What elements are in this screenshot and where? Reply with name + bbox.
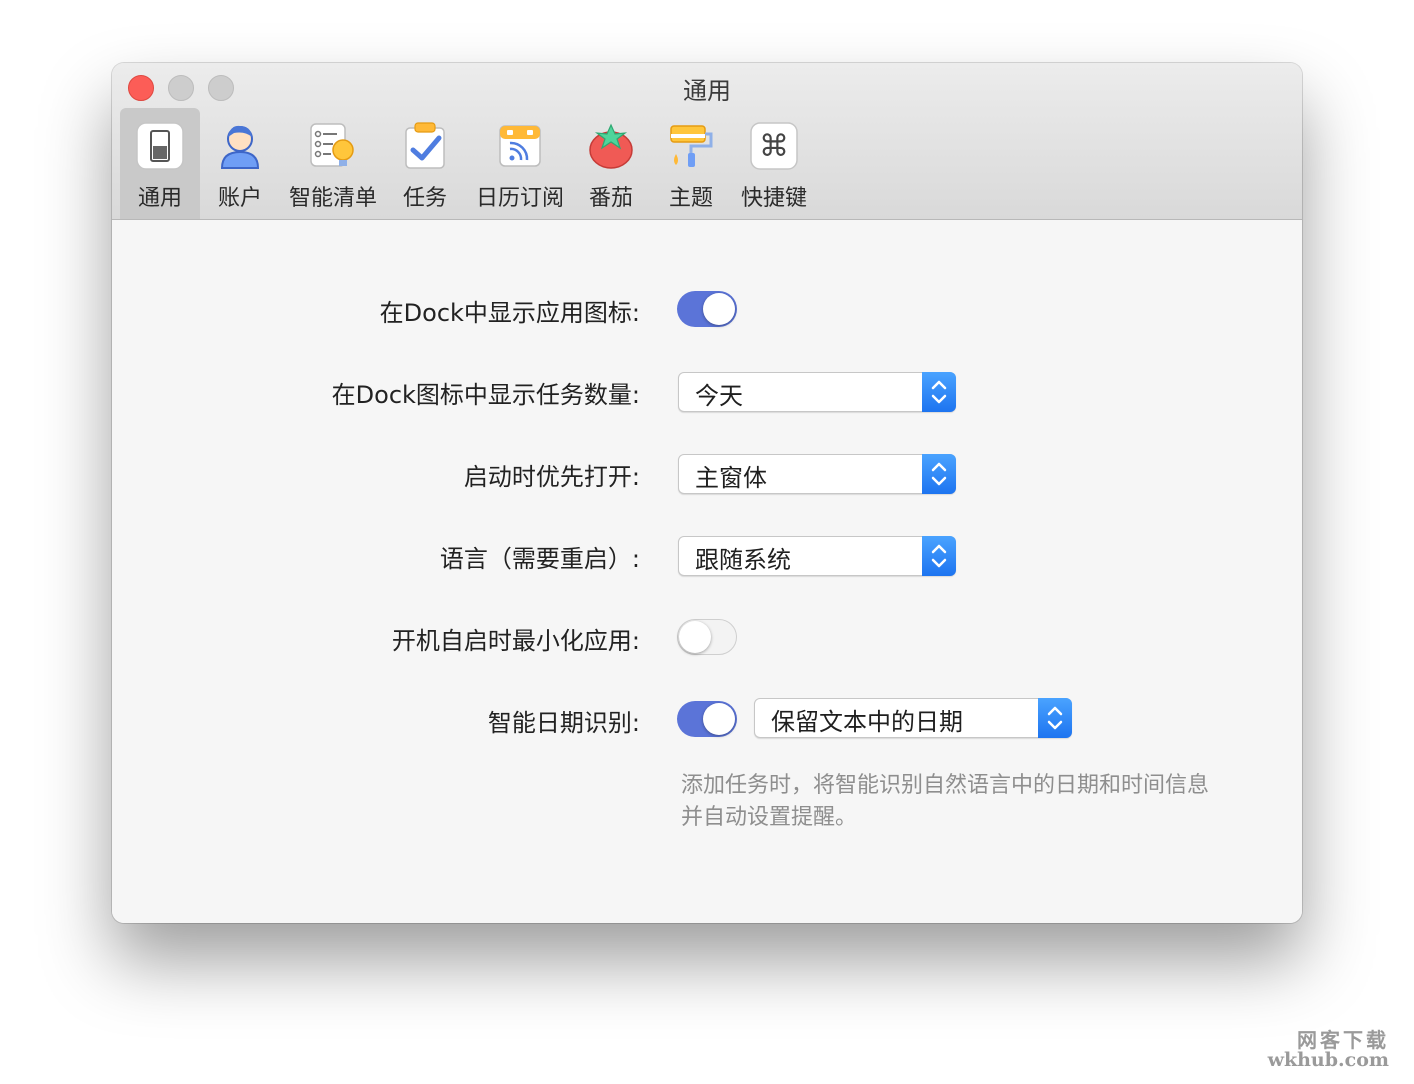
window-title: 通用 xyxy=(683,77,731,105)
tab-label: 任务 xyxy=(402,186,447,211)
select-value: 跟随系统 xyxy=(695,546,791,574)
smart-date-select[interactable]: 保留文本中的日期 xyxy=(754,698,1072,738)
watermark-line2: wkhub.com xyxy=(1267,1049,1389,1071)
tab-account[interactable]: 账户 xyxy=(202,108,278,219)
tab-label: 日历订阅 xyxy=(475,186,564,211)
toggle-knob xyxy=(703,703,735,735)
theme-icon xyxy=(670,125,713,167)
select-value: 保留文本中的日期 xyxy=(771,708,963,736)
settings-panel: 在Dock中显示应用图标: 在Dock图标中显示任务数量: 今天 启动时优先打开… xyxy=(112,220,1302,923)
account-icon xyxy=(220,125,260,169)
preferences-window: 通用 通用 账户 智能清单 任务 日历订阅 番茄 主题 ⌘ 快捷键 在Dock中… xyxy=(112,63,1302,923)
tab-tomato[interactable]: 番茄 xyxy=(576,108,646,219)
launch-minimized-label: 开机自启时最小化应用: xyxy=(391,627,640,655)
smart-date-hint: 添加任务时，将智能识别自然语言中的日期和时间信息并自动设置提醒。 xyxy=(681,773,1210,830)
smart-list-icon xyxy=(310,123,354,167)
select-value: 主窗体 xyxy=(695,464,767,492)
calendar-subscribe-icon xyxy=(499,125,541,167)
tab-label: 账户 xyxy=(217,186,262,211)
title-bar: 通用 通用 账户 智能清单 任务 日历订阅 番茄 主题 ⌘ 快捷键 xyxy=(112,63,1302,220)
language-select[interactable]: 跟随系统 xyxy=(678,536,956,576)
watermark: 网客下载 wkhub.com xyxy=(1268,1030,1389,1070)
tab-label: 通用 xyxy=(137,186,182,211)
svg-text:⌘: ⌘ xyxy=(759,129,789,164)
tab-calendar-subscribe[interactable]: 日历订阅 xyxy=(472,108,568,219)
tab-shortcut[interactable]: ⌘ 快捷键 xyxy=(734,108,814,219)
task-icon xyxy=(405,122,445,169)
tab-label: 智能清单 xyxy=(288,186,377,211)
dock-badge-label: 在Dock图标中显示任务数量: xyxy=(331,381,640,409)
chevron-updown-icon xyxy=(922,454,956,494)
tab-label: 番茄 xyxy=(588,186,633,211)
chevron-updown-icon xyxy=(922,536,956,576)
chevron-updown-icon xyxy=(1038,698,1072,738)
select-value: 今天 xyxy=(695,382,743,410)
toggle-knob xyxy=(703,293,735,325)
tab-smart-list[interactable]: 智能清单 xyxy=(284,108,382,219)
shortcut-icon: ⌘ xyxy=(750,122,798,170)
toggle-knob xyxy=(679,621,711,653)
dock-icon-label: 在Dock中显示应用图标: xyxy=(379,299,640,327)
launch-minimized-toggle[interactable] xyxy=(677,619,737,655)
startup-open-label: 启动时优先打开: xyxy=(463,463,640,491)
tab-general[interactable]: 通用 xyxy=(120,108,200,219)
watermark-line1: 网客下载 xyxy=(1297,1028,1389,1052)
tab-label: 快捷键 xyxy=(740,186,807,211)
chevron-updown-icon xyxy=(922,372,956,412)
dock-icon-toggle[interactable] xyxy=(677,291,737,327)
tomato-icon xyxy=(589,123,633,169)
tab-label: 主题 xyxy=(668,186,713,211)
smart-date-label: 智能日期识别: xyxy=(487,709,640,737)
tab-task[interactable]: 任务 xyxy=(390,108,460,219)
switch-icon xyxy=(136,122,184,170)
tab-theme[interactable]: 主题 xyxy=(656,108,726,219)
dock-badge-select[interactable]: 今天 xyxy=(678,372,956,412)
language-label: 语言（需要重启）: xyxy=(439,545,640,573)
smart-date-toggle[interactable] xyxy=(677,701,737,737)
startup-open-select[interactable]: 主窗体 xyxy=(678,454,956,494)
